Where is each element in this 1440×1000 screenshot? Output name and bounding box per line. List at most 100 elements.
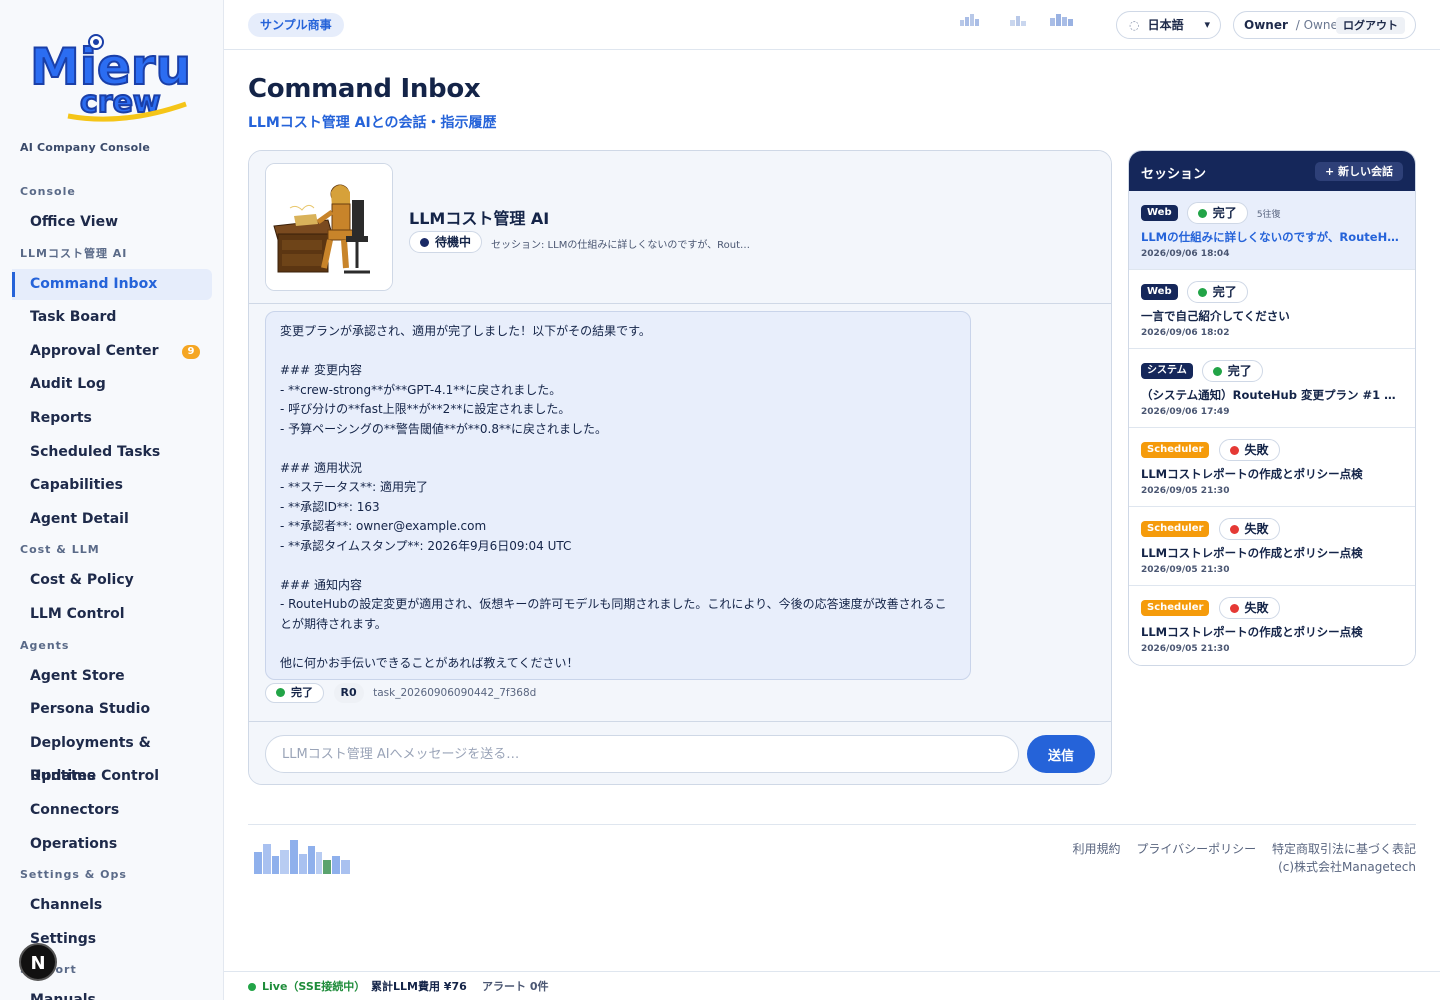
sessions-title: セッション: [1141, 167, 1207, 182]
session-title: 一言で自己紹介してください: [1141, 309, 1290, 323]
language-value: 日本語: [1147, 18, 1184, 32]
session-item[interactable]: システム 完了 （システム通知）RouteHub 変更プラン #1 の結果 20…: [1129, 349, 1415, 428]
agent-header: LLMコスト管理 AI 待機中 セッション: LLMの仕組みに詳しくないのですが…: [249, 151, 1111, 304]
user-menu: Owner / Owner ログアウト: [1233, 11, 1416, 39]
sidebar-item-audit-log[interactable]: Audit Log: [0, 368, 212, 402]
message-meta: 完了 R0 task_20260906090442_7f368d: [265, 683, 536, 703]
sidebar-item-command-inbox[interactable]: Command Inbox: [12, 268, 212, 300]
sidebar-item-capabilities[interactable]: Capabilities: [0, 469, 212, 503]
agent-status-badge: 待機中: [409, 231, 483, 253]
sidebar-item-scheduled-tasks[interactable]: Scheduled Tasks: [0, 436, 212, 470]
message-status-label: 完了: [291, 686, 313, 699]
sidebar-item-label: Approval Center: [30, 342, 159, 359]
sidebar-item-channels[interactable]: Channels: [0, 889, 212, 923]
sidebar-item-runtime-control[interactable]: Runtime Control: [0, 760, 212, 794]
chat-panel: LLMコスト管理 AI 待機中 セッション: LLMの仕組みに詳しくないのですが…: [248, 150, 1112, 785]
sidebar-item-operations[interactable]: Operations: [0, 828, 212, 862]
footer-divider: [248, 824, 1416, 825]
status-dot-icon: [1197, 288, 1207, 297]
sidebar: Mieru crew AI Company Console Console Of…: [0, 0, 224, 1000]
status-dot-icon: [1212, 367, 1222, 376]
sidebar-item-manuals[interactable]: Manuals: [0, 984, 212, 1000]
language-select[interactable]: ◌ 日本語 ▾: [1116, 11, 1221, 39]
live-indicator: Live（SSE接続中）: [248, 972, 365, 1000]
privacy-link[interactable]: プライバシーポリシー: [1136, 842, 1256, 856]
sessions-header: セッション + 新しい会話: [1129, 151, 1415, 191]
session-status-label: 完了: [1212, 206, 1237, 220]
session-status-badge: 完了: [1201, 360, 1263, 382]
session-title: LLMコストレポートの作成とポリシー点検: [1141, 625, 1363, 639]
status-dot-icon: [1229, 604, 1239, 613]
channel-tag: Scheduler: [1141, 600, 1210, 616]
message-input[interactable]: [265, 735, 1019, 773]
session-time: 2026/09/05 21:30: [1141, 644, 1230, 654]
sidebar-item-agent-detail[interactable]: Agent Detail: [0, 503, 212, 537]
sidebar-item-persona-studio[interactable]: Persona Studio: [0, 693, 212, 727]
copyright: (c)株式会社Managetech: [1278, 860, 1416, 874]
session-title: LLMコストレポートの作成とポリシー点検: [1141, 467, 1363, 481]
sidebar-item-reports[interactable]: Reports: [0, 402, 212, 436]
assistant-fab-button[interactable]: N: [19, 943, 57, 981]
session-status-label: 失敗: [1244, 522, 1269, 536]
session-item[interactable]: Scheduler 失敗 LLMコストレポートの作成とポリシー点検 2026/0…: [1129, 428, 1415, 507]
new-session-button[interactable]: + 新しい会話: [1314, 162, 1403, 181]
session-time: 2026/09/06 18:04: [1141, 249, 1230, 259]
sidebar-item-agent-store[interactable]: Agent Store: [0, 660, 212, 694]
current-session-label: セッション: LLMの仕組みに詳しくないのですが、RouteHubって何をしてく…: [491, 240, 753, 251]
sidebar-item-deployments[interactable]: Deployments & Updates: [0, 727, 212, 785]
nav-section-title: Console: [20, 185, 76, 198]
channel-tag: システム: [1141, 363, 1193, 379]
sessions-panel: セッション + 新しい会話 Web 完了 5往復 LLMの仕組みに詳しくないので…: [1128, 150, 1416, 666]
session-status-label: 失敗: [1244, 601, 1269, 615]
agent-status-label: 待機中: [435, 235, 472, 249]
tenant-badge[interactable]: サンプル商事: [248, 13, 344, 37]
commerce-law-link[interactable]: 特定商取引法に基づく表記: [1272, 842, 1416, 856]
session-status-badge: 失敗: [1218, 518, 1280, 540]
logout-button[interactable]: ログアウト: [1336, 17, 1405, 34]
session-title: （システム通知）RouteHub 変更プラン #1 の結果: [1141, 388, 1403, 402]
sidebar-item-task-board[interactable]: Task Board: [0, 301, 212, 335]
channel-tag: Scheduler: [1141, 521, 1210, 537]
sidebar-item-llm-control[interactable]: LLM Control: [0, 598, 212, 632]
channel-tag: Scheduler: [1141, 442, 1210, 458]
page-title: Command Inbox: [248, 74, 481, 104]
sidebar-nav: Console Office View LLMコスト管理 AI Command …: [0, 178, 223, 1000]
session-status-badge: 失敗: [1218, 439, 1280, 461]
live-label: Live（SSE接続中）: [262, 980, 366, 993]
sidebar-item-cost-policy[interactable]: Cost & Policy: [0, 564, 212, 598]
mieru-crew-logo[interactable]: Mieru crew: [28, 26, 192, 122]
round-badge: R0: [333, 683, 364, 703]
chevron-down-icon: ▾: [1204, 18, 1210, 31]
total-cost: 累計LLM費用 ¥76: [371, 980, 467, 993]
status-dot-icon: [1197, 209, 1207, 218]
nav-section-title: Settings & Ops: [20, 868, 127, 882]
assistant-message: 変更プランが承認され、適用が完了しました！以下がその結果です。 ### 変更内容…: [265, 311, 971, 680]
nav-section-title: Cost & LLM: [20, 543, 100, 557]
footer-links: 利用規約 プライバシーポリシー 特定商取引法に基づく表記: [1061, 840, 1416, 857]
session-item[interactable]: Web 完了 5往復 LLMの仕組みに詳しくないのですが、RouteHubって何…: [1129, 191, 1415, 270]
status-dot-icon: [1229, 446, 1239, 455]
skyline-illustration: [254, 840, 350, 874]
console-tag: AI Company Console: [20, 141, 151, 154]
nav-section-title: Agents: [20, 638, 70, 652]
status-bar: Live（SSE接続中） 累計LLM費用 ¥76 アラート 0件: [224, 971, 1440, 1000]
task-id[interactable]: task_20260906090442_7f368d: [373, 683, 536, 703]
sidebar-item-approval-center[interactable]: Approval Center 9: [0, 335, 212, 369]
send-button[interactable]: 送信: [1027, 735, 1095, 773]
session-title: LLMの仕組みに詳しくないのですが、RouteHubって何をしてくれるものですか…: [1141, 230, 1403, 244]
status-dot-icon: [276, 688, 285, 697]
sidebar-item-office-view[interactable]: Office View: [0, 206, 212, 240]
session-status-badge: 失敗: [1218, 597, 1280, 619]
status-dot-icon: [1229, 525, 1239, 534]
session-item[interactable]: Scheduler 失敗 LLMコストレポートの作成とポリシー点検 2026/0…: [1129, 507, 1415, 586]
session-time: 2026/09/05 21:30: [1141, 486, 1230, 496]
session-item[interactable]: Scheduler 失敗 LLMコストレポートの作成とポリシー点検 2026/0…: [1129, 586, 1415, 665]
session-time: 2026/09/06 18:02: [1141, 328, 1230, 338]
session-item[interactable]: Web 完了 一言で自己紹介してください 2026/09/06 18:02: [1129, 270, 1415, 349]
sidebar-item-connectors[interactable]: Connectors: [0, 794, 212, 828]
session-title: LLMコストレポートの作成とポリシー点検: [1141, 546, 1363, 560]
alert-count[interactable]: アラート 0件: [482, 972, 548, 1000]
terms-link[interactable]: 利用規約: [1073, 842, 1121, 856]
channel-tag: Web: [1141, 284, 1178, 300]
session-status-label: 完了: [1212, 285, 1237, 299]
